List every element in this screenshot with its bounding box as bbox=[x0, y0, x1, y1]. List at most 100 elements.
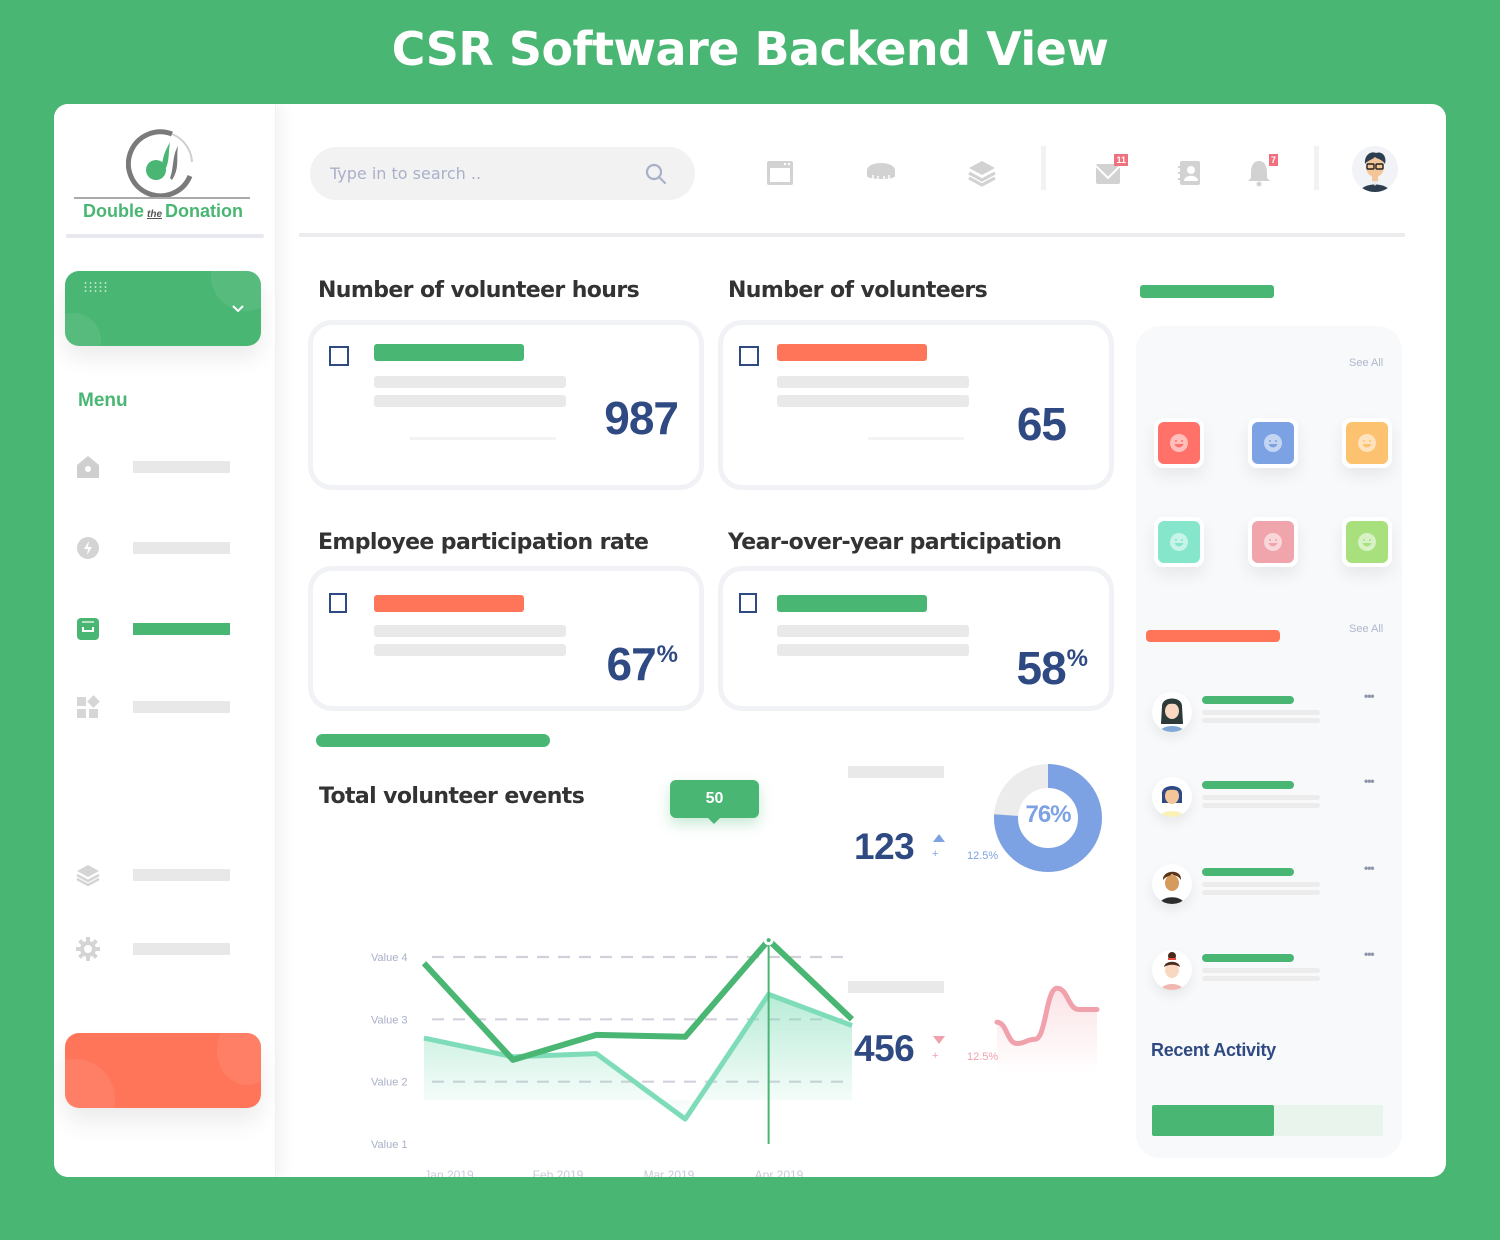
sidebar-item-layers[interactable] bbox=[76, 861, 236, 889]
chart-tooltip: 50 bbox=[670, 780, 759, 824]
more-options-icon[interactable]: ••• bbox=[1364, 774, 1375, 788]
trend-up-icon bbox=[933, 834, 945, 842]
avatar-woman-icon bbox=[1160, 698, 1184, 732]
y-tick-label: Value 3 bbox=[371, 1014, 408, 1026]
app-tile[interactable] bbox=[1342, 418, 1392, 468]
app-tile[interactable] bbox=[1342, 517, 1392, 567]
logout-card[interactable] bbox=[65, 1033, 261, 1108]
user-avatar[interactable] bbox=[1352, 146, 1398, 192]
more-options-icon[interactable]: ••• bbox=[1364, 861, 1375, 875]
mail-button[interactable]: 11 bbox=[1094, 154, 1128, 188]
see-all-link[interactable]: See All bbox=[1349, 623, 1383, 635]
window-button[interactable] bbox=[765, 158, 795, 188]
select-checkbox[interactable] bbox=[739, 346, 759, 366]
smiley-icon bbox=[1264, 533, 1282, 551]
tile-face bbox=[1252, 521, 1294, 563]
person-name-placeholder bbox=[1202, 954, 1294, 962]
text-placeholder bbox=[374, 625, 566, 637]
sidebar-item-widgets[interactable] bbox=[76, 693, 236, 721]
recent-activity-title: Recent Activity bbox=[1151, 1040, 1276, 1060]
person-avatar[interactable] bbox=[1152, 950, 1192, 990]
y-tick-label: Value 1 bbox=[371, 1139, 408, 1151]
kpi-card-participation-rate[interactable]: 67% bbox=[308, 566, 704, 711]
text-placeholder bbox=[1202, 882, 1320, 887]
kpi-label-placeholder bbox=[374, 344, 524, 361]
sidebar-item-settings[interactable] bbox=[76, 935, 236, 963]
search-bar[interactable] bbox=[310, 147, 695, 200]
text-placeholder bbox=[1202, 968, 1320, 973]
kpi-value: 58% bbox=[1016, 642, 1088, 694]
account-switcher[interactable] bbox=[65, 271, 261, 346]
person-avatar[interactable] bbox=[1152, 777, 1192, 817]
layers-icon bbox=[968, 161, 996, 187]
notifications-button[interactable]: 7 bbox=[1244, 154, 1278, 188]
layers-button[interactable] bbox=[967, 158, 997, 188]
mail-badge: 11 bbox=[1114, 154, 1128, 166]
stat-label-placeholder bbox=[848, 981, 944, 993]
select-checkbox[interactable] bbox=[739, 593, 757, 613]
text-placeholder bbox=[777, 644, 969, 656]
text-placeholder bbox=[1202, 803, 1320, 808]
person-list-item[interactable]: ••• bbox=[1152, 947, 1392, 994]
recent-activity-progress bbox=[1152, 1105, 1383, 1136]
bolt-icon bbox=[77, 537, 99, 559]
tooltip-marker-dot bbox=[766, 938, 771, 943]
sidebar-item-activity[interactable] bbox=[76, 534, 236, 562]
person-list-item[interactable]: ••• bbox=[1152, 861, 1392, 908]
search-input[interactable] bbox=[330, 147, 630, 200]
text-placeholder bbox=[374, 395, 566, 407]
line-chart: Value 1 Value 2 Value 3 Value 4 Jan 2019 Feb… bbox=[371, 935, 855, 1177]
coin-icon bbox=[867, 163, 895, 180]
contacts-icon bbox=[1178, 161, 1200, 185]
inbox-icon bbox=[77, 618, 99, 640]
chevron-down-icon[interactable] bbox=[231, 304, 245, 314]
app-tile[interactable] bbox=[1154, 517, 1204, 567]
trend-down-icon bbox=[933, 1036, 945, 1044]
select-checkbox[interactable] bbox=[329, 593, 347, 613]
app-tile[interactable] bbox=[1248, 418, 1298, 468]
person-avatar[interactable] bbox=[1152, 864, 1192, 904]
text-placeholder bbox=[1202, 718, 1320, 723]
trend-sign: + bbox=[932, 848, 939, 860]
text-placeholder bbox=[1202, 710, 1320, 715]
stat-value: 123 bbox=[854, 826, 915, 867]
menu-label: Menu bbox=[78, 390, 128, 411]
person-list-item[interactable]: ••• bbox=[1152, 689, 1392, 736]
donut-label: 76% bbox=[1025, 801, 1071, 828]
notification-badge: 7 bbox=[1268, 154, 1278, 166]
kpi-value: 987 bbox=[604, 392, 679, 444]
kpi-card-volunteers[interactable]: 65 bbox=[718, 320, 1114, 490]
panel-label-placeholder bbox=[1146, 630, 1280, 642]
search-icon[interactable] bbox=[645, 163, 667, 185]
stat-value: 456 bbox=[854, 1028, 915, 1069]
brand-logo[interactable]: Double the Donation bbox=[68, 124, 258, 224]
sidebar-item-home[interactable] bbox=[76, 453, 236, 481]
nav-label-placeholder bbox=[133, 943, 230, 955]
kpi-card-volunteer-hours[interactable]: 987 bbox=[308, 320, 704, 490]
more-options-icon[interactable]: ••• bbox=[1364, 947, 1375, 961]
avatar-man-icon bbox=[1160, 871, 1184, 904]
smiley-icon bbox=[1170, 434, 1188, 452]
text-placeholder bbox=[1202, 890, 1320, 895]
person-list-item[interactable]: ••• bbox=[1152, 774, 1392, 821]
app-tile[interactable] bbox=[1154, 418, 1204, 468]
see-all-link[interactable]: See All bbox=[1349, 357, 1383, 369]
x-tick-label: Mar 2019 bbox=[644, 1168, 695, 1177]
coin-button[interactable] bbox=[866, 158, 896, 188]
more-options-icon[interactable]: ••• bbox=[1364, 689, 1375, 703]
tile-face bbox=[1158, 521, 1200, 563]
sidebar: Double the Donation Menu bbox=[54, 104, 276, 1177]
app-tile[interactable] bbox=[1248, 517, 1298, 567]
nav-label-placeholder bbox=[133, 623, 230, 635]
smiley-icon bbox=[1170, 533, 1188, 551]
panel-label-placeholder bbox=[1140, 285, 1274, 298]
sidebar-item-inbox[interactable] bbox=[76, 615, 236, 643]
sparkline-chart bbox=[994, 985, 1100, 1074]
kpi-card-yoy-participation[interactable]: 58% bbox=[718, 566, 1114, 711]
contacts-button[interactable] bbox=[1175, 158, 1205, 188]
select-checkbox[interactable] bbox=[329, 346, 349, 366]
text-placeholder bbox=[868, 437, 964, 440]
text-placeholder bbox=[374, 644, 566, 656]
person-avatar[interactable] bbox=[1152, 692, 1192, 732]
logo-rule bbox=[74, 197, 250, 199]
